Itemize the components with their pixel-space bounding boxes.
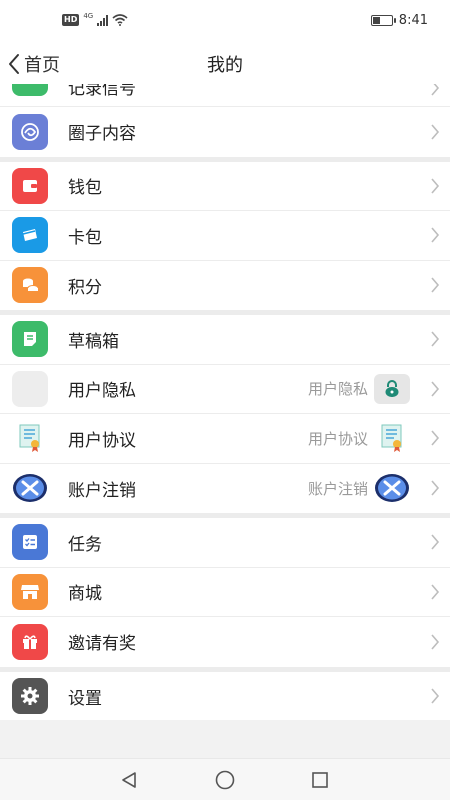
menu-item-label: 设置 [68,688,102,709]
gift-icon [12,623,48,660]
menu-item-label: 用户隐私 [68,381,136,402]
menu-item-account-cancel[interactable]: 账户注销 账户注销 [0,463,450,513]
triangle-back-icon [122,772,136,788]
menu-item-drafts[interactable]: 草稿箱 [0,315,450,365]
menu-item-value: 用户隐私 [307,380,368,399]
menu-item-circle-content[interactable]: 圈子内容 [0,107,450,157]
menu-item-user-privacy[interactable]: 用户隐私 用户隐私 [0,364,450,414]
chevron-right-icon [431,331,440,347]
menu-item-label: 任务 [68,534,102,555]
chevron-right-icon [431,534,440,550]
menu-item-label: 圈子内容 [68,124,136,145]
chevron-right-icon [431,584,440,600]
menu-item-label: 钱包 [68,178,102,199]
menu-item-label: 商城 [68,584,102,605]
hd-badge: HD [62,14,80,26]
gear-icon [12,678,48,715]
menu-item-store[interactable]: 商城 [0,567,450,617]
menu-item-points[interactable]: 积分 [0,260,450,310]
chevron-right-icon [431,430,440,446]
status-left: HD 4G [62,12,128,26]
checklist-icon [12,524,48,561]
chevron-right-icon [431,84,440,96]
status-time: 8:41 [398,13,428,28]
x-circle-icon [374,473,410,503]
signal-icon [97,14,109,26]
menu-item-invite-reward[interactable]: 邀请有奖 [0,617,450,667]
menu-item-card[interactable]: 卡包 [0,211,450,261]
wifi-icon [112,14,128,26]
card-icon [12,217,48,254]
menu-item-partial[interactable]: 记录信号 [0,84,450,107]
nav-home-button[interactable] [212,767,238,793]
status-right: 8:41 [370,13,428,28]
menu-item-label: 用户协议 [68,430,136,451]
chevron-right-icon [431,124,440,140]
lock-icon [374,373,410,404]
store-icon [12,573,48,610]
page-title: 我的 [207,55,243,76]
menu-list: 记录信号 圈子内容 钱包 卡包 积分 草稿箱 用户隐私 用户隐私 用户协议 用户… [0,84,450,720]
chevron-right-icon [431,178,440,194]
wallet-icon [12,167,48,204]
menu-item-label: 积分 [68,277,102,298]
menu-item-label: 卡包 [68,227,102,248]
menu-item-wallet[interactable]: 钱包 [0,161,450,211]
chevron-right-icon [431,480,440,496]
status-bar: HD 4G 8:41 [0,0,450,44]
menu-item-user-agreement[interactable]: 用户协议 用户协议 [0,414,450,464]
circle-home-icon [215,770,235,790]
menu-item-value: 用户协议 [307,429,368,448]
certificate-icon [12,420,48,457]
certificate-icon [374,423,410,453]
menu-item-tasks[interactable]: 任务 [0,518,450,568]
menu-item-label: 草稿箱 [68,331,119,352]
menu-item-settings[interactable]: 设置 [0,671,450,720]
chevron-right-icon [431,688,440,704]
battery-icon [370,15,396,26]
nav-bar: 首页 我的 [0,44,450,84]
chevron-right-icon [431,227,440,243]
menu-item-label: 账户注销 [68,480,136,501]
chevron-right-icon [431,381,440,397]
draft-icon [12,321,48,358]
chevron-right-icon [431,634,440,650]
square-recents-icon [312,772,328,788]
menu-item-label: 记录信号 [68,84,136,99]
x-circle-icon [12,470,48,506]
chevron-right-icon [431,277,440,293]
coins-icon [12,267,48,304]
menu-item-value: 账户注销 [307,479,368,498]
partial-green-icon [12,84,48,96]
blank-icon [12,370,48,407]
swirl-icon [12,113,48,150]
menu-item-label: 邀请有奖 [68,634,136,655]
system-nav-bar [0,758,450,800]
nav-back-button[interactable] [116,767,142,793]
network-type: 4G [83,12,94,20]
nav-recents-button[interactable] [307,767,333,793]
